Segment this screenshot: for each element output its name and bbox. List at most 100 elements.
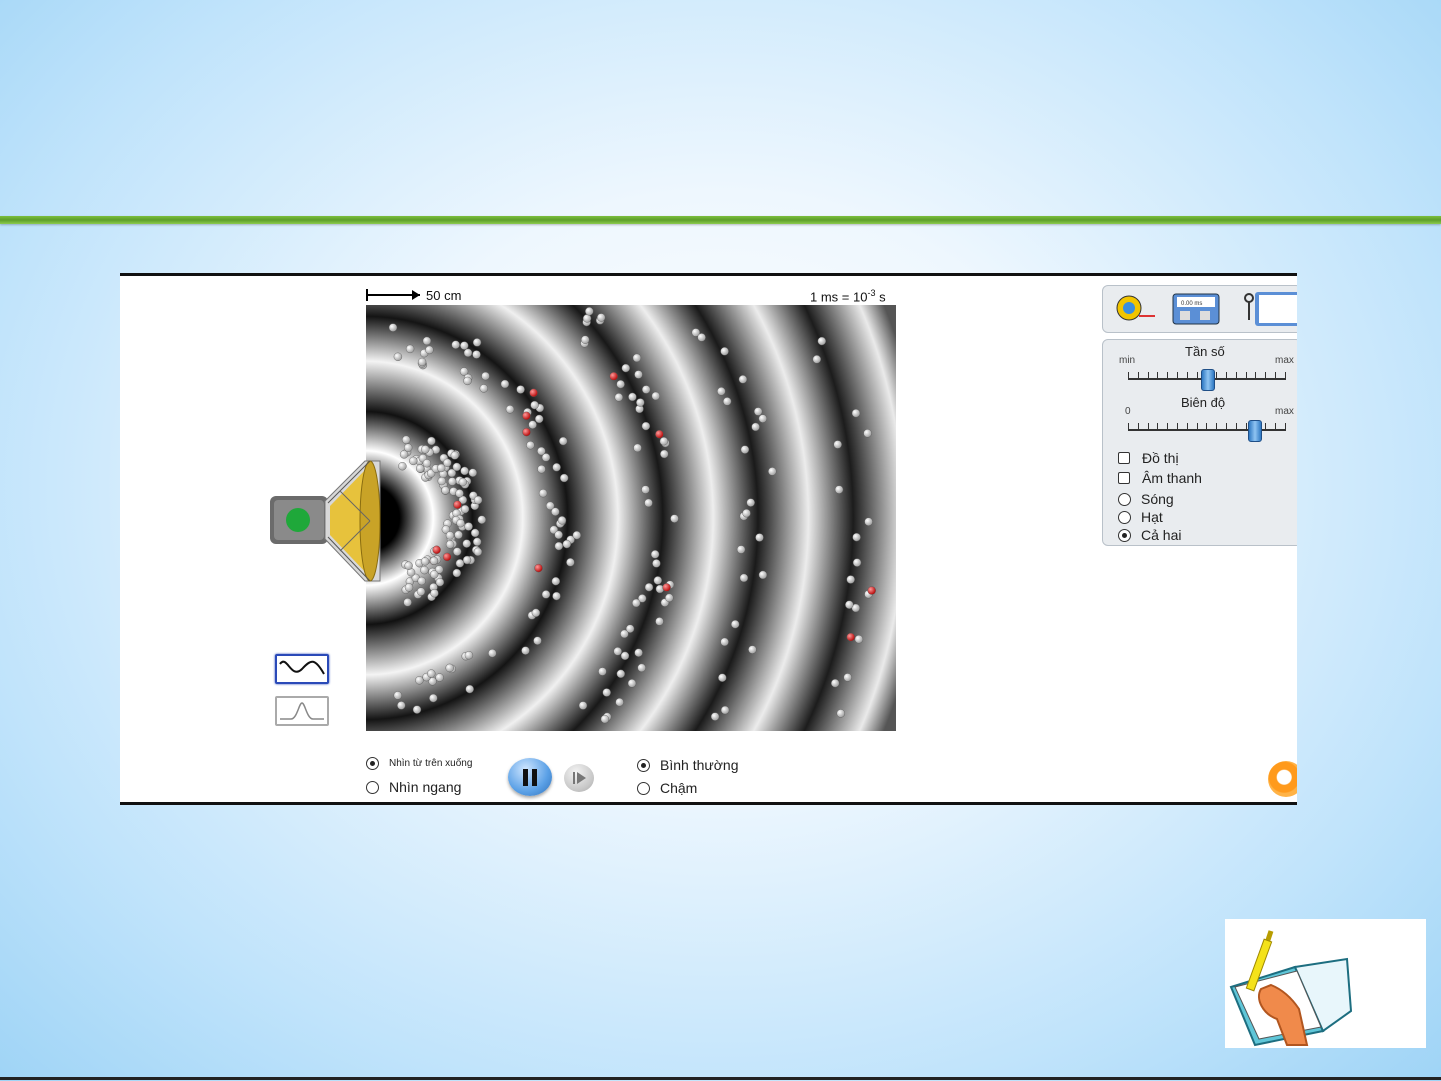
- pulse-wave-icon: [280, 702, 324, 720]
- air-particle: [614, 393, 624, 402]
- show-waves-option[interactable]: Sóng: [1118, 491, 1174, 507]
- show-particles-option[interactable]: Hạt: [1118, 509, 1163, 525]
- air-particle: [559, 473, 569, 483]
- slider-tick: [1147, 423, 1149, 429]
- stopwatch-icon[interactable]: 0.00 ms: [1172, 293, 1220, 325]
- air-particle: [458, 477, 468, 487]
- amplitude-slider-track[interactable]: [1128, 429, 1286, 431]
- air-particle: [723, 397, 732, 406]
- slider-tick: [1216, 423, 1218, 429]
- slider-tick: [1226, 423, 1227, 429]
- tracked-particle: [442, 552, 452, 562]
- air-particle: [652, 559, 661, 568]
- air-particle: [425, 345, 434, 355]
- slider-tick: [1157, 372, 1159, 378]
- air-particle: [464, 651, 474, 660]
- sound-checkbox-row[interactable]: Âm thanh: [1118, 470, 1202, 486]
- tracked-particle: [534, 563, 543, 573]
- pause-button[interactable]: [508, 758, 552, 796]
- measuring-tape-icon[interactable]: [1116, 295, 1155, 321]
- air-particle: [710, 712, 720, 721]
- air-particle: [600, 714, 610, 724]
- air-particle: [863, 429, 872, 438]
- air-particle: [415, 676, 424, 685]
- slider-tick: [1206, 423, 1208, 429]
- air-particle: [582, 314, 592, 323]
- graph-checkbox[interactable]: [1118, 452, 1130, 464]
- air-particle: [572, 530, 582, 540]
- speed-normal-option[interactable]: Bình thường: [637, 757, 739, 773]
- air-particle: [739, 573, 749, 583]
- air-particle: [477, 515, 487, 524]
- view-top-radio[interactable]: [366, 757, 379, 770]
- air-particle: [554, 541, 564, 551]
- speed-slow-option[interactable]: Chậm: [637, 780, 697, 796]
- air-particle: [637, 663, 646, 672]
- air-particle: [655, 617, 664, 626]
- air-particle: [420, 557, 430, 566]
- svg-text:0.00 ms: 0.00 ms: [1181, 301, 1202, 307]
- view-side-radio[interactable]: [366, 780, 379, 794]
- air-particle: [578, 701, 588, 710]
- air-particle: [552, 591, 561, 601]
- amplitude-slider-thumb[interactable]: [1248, 420, 1263, 442]
- wave-probe-icon[interactable]: [1244, 292, 1297, 326]
- slider-tick: [1245, 423, 1247, 429]
- slider-tick: [1284, 372, 1286, 378]
- air-particle: [634, 648, 643, 657]
- show-waves-radio[interactable]: [1118, 492, 1131, 506]
- air-particle: [450, 451, 460, 460]
- air-particle: [545, 501, 555, 511]
- tracked-particle: [529, 388, 538, 398]
- note-taking-icon: [1225, 919, 1426, 1048]
- sound-checkbox[interactable]: [1118, 472, 1130, 484]
- reset-icon[interactable]: [1268, 761, 1297, 797]
- tools-panel: 0.00 ms: [1102, 285, 1297, 333]
- speed-normal-radio[interactable]: [637, 758, 650, 772]
- air-particle: [845, 600, 854, 609]
- air-particle: [641, 421, 651, 431]
- view-side-option[interactable]: Nhìn ngang: [366, 779, 461, 795]
- frequency-slider-thumb[interactable]: [1201, 369, 1215, 391]
- air-particle: [854, 635, 864, 644]
- air-particle: [748, 645, 757, 654]
- air-particle: [452, 547, 462, 556]
- air-particle: [621, 363, 630, 373]
- tracked-particle: [453, 500, 462, 509]
- time-scale-label: 1 ms = 10-3 s: [810, 288, 886, 305]
- air-particle: [404, 443, 413, 452]
- air-particle: [445, 531, 455, 540]
- air-particle: [429, 556, 439, 566]
- show-particles-radio[interactable]: [1118, 510, 1131, 524]
- continuous-wave-button[interactable]: [275, 654, 329, 684]
- air-particle: [632, 353, 642, 363]
- air-particle: [537, 446, 546, 456]
- frequency-min-label: min: [1119, 355, 1136, 366]
- air-particle: [758, 570, 768, 580]
- wave-field[interactable]: [366, 305, 896, 731]
- air-particle: [526, 440, 535, 450]
- air-particle: [500, 379, 510, 389]
- step-button[interactable]: [564, 764, 594, 792]
- air-particle: [720, 637, 729, 647]
- air-particle: [436, 463, 446, 473]
- speed-slow-radio[interactable]: [637, 781, 650, 795]
- air-particle: [403, 598, 412, 607]
- air-particle: [463, 348, 473, 357]
- show-both-option[interactable]: Cả hai: [1118, 527, 1181, 543]
- air-particle: [717, 387, 726, 396]
- graph-checkbox-row[interactable]: Đồ thị: [1118, 450, 1179, 466]
- slider-tick: [1196, 372, 1198, 378]
- slider-tick: [1235, 423, 1237, 429]
- controls-panel: Tần số min max Biên độ 0 max Đồ thị Âm t…: [1102, 339, 1297, 546]
- title-divider: [0, 216, 1441, 224]
- view-top-option[interactable]: Nhìn từ trên xuống: [366, 757, 472, 770]
- air-particle: [422, 336, 432, 346]
- air-particle: [460, 466, 469, 476]
- air-particle: [738, 375, 748, 384]
- air-particle: [615, 698, 624, 707]
- air-particle: [516, 385, 525, 394]
- air-particle: [731, 620, 740, 629]
- show-both-radio[interactable]: [1118, 528, 1131, 542]
- pulse-wave-button[interactable]: [275, 696, 329, 726]
